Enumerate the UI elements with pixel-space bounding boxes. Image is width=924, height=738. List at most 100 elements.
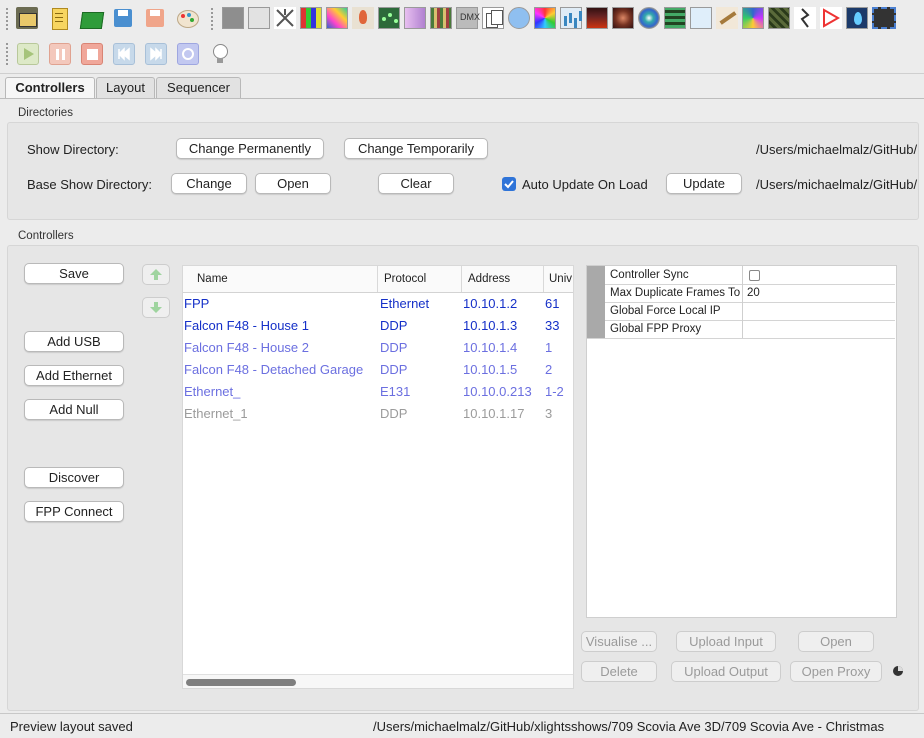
cell-address: 10.10.1.3 — [463, 318, 518, 333]
open-sequence-icon[interactable] — [79, 7, 105, 29]
tab-layout[interactable]: Layout — [96, 77, 155, 98]
table-row[interactable]: Ethernet_ E131 10.10.0.213 1-2 — [183, 381, 573, 403]
horizontal-scrollbar[interactable] — [183, 674, 573, 688]
folder-open-icon[interactable] — [16, 7, 38, 29]
column-header-name[interactable]: Name — [183, 266, 378, 292]
open-controller-button[interactable]: Open — [798, 631, 874, 652]
open-button[interactable]: Open — [255, 173, 331, 194]
upload-input-button[interactable]: Upload Input — [676, 631, 776, 652]
off-effect-icon[interactable] — [222, 7, 244, 29]
fill-effect-icon[interactable] — [560, 7, 582, 29]
fast-forward-icon[interactable] — [145, 43, 167, 65]
on-effect-icon[interactable] — [248, 7, 270, 29]
save-button[interactable]: Save — [24, 263, 124, 284]
controllers-list[interactable]: Name Protocol Address Univ FPP Ethernet 10… — [182, 265, 574, 689]
auto-update-checkbox[interactable] — [502, 177, 516, 191]
update-button[interactable]: Update — [666, 173, 742, 194]
column-header-protocol[interactable]: Protocol — [378, 266, 462, 292]
table-row[interactable]: Falcon F48 - Detached Garage DDP 10.10.1.5… — [183, 359, 573, 381]
life-effect-icon[interactable] — [768, 7, 790, 29]
change-temporarily-button[interactable]: Change Temporarily — [344, 138, 488, 159]
property-row[interactable]: Controller Sync — [587, 266, 895, 285]
property-value[interactable] — [742, 266, 895, 284]
property-row[interactable]: Global Force Local IP — [587, 302, 895, 321]
delete-button[interactable]: Delete — [581, 661, 657, 682]
controller-sync-checkbox[interactable] — [749, 270, 760, 281]
toolbar-grip[interactable] — [211, 8, 217, 30]
circles-effect-icon[interactable] — [378, 7, 400, 29]
property-name: Global FPP Proxy — [610, 323, 702, 335]
adjust-effect-icon[interactable] — [274, 7, 296, 29]
save-as-icon[interactable] — [144, 7, 166, 29]
change-permanently-button[interactable]: Change Permanently — [176, 138, 324, 159]
property-row[interactable]: Global FPP Proxy — [587, 320, 895, 339]
add-ethernet-button[interactable]: Add Ethernet — [24, 365, 124, 386]
table-row[interactable]: FPP Ethernet 10.10.1.2 61 — [183, 293, 573, 315]
toolbar-grip[interactable] — [6, 43, 12, 65]
directories-group-label: Directories — [18, 107, 73, 119]
fire-effect-icon[interactable] — [586, 7, 608, 29]
guitar-effect-icon[interactable] — [716, 7, 738, 29]
change-button[interactable]: Change — [171, 173, 247, 194]
tab-controllers[interactable]: Controllers — [5, 77, 95, 99]
toolbar-grip[interactable] — [6, 8, 12, 30]
main-toolbar: DMX — [0, 0, 924, 38]
cell-universe: 3 — [545, 406, 553, 421]
scrollbar-thumb[interactable] — [186, 679, 296, 686]
replay-icon[interactable] — [177, 43, 199, 65]
status-file-path: /Users/michaelmalz/GitHub/xlightsshows/7… — [373, 719, 885, 734]
kaleidoscope-effect-icon[interactable] — [742, 7, 764, 29]
curtain-effect-icon[interactable] — [430, 7, 452, 29]
table-row[interactable]: Falcon F48 - House 1 DDP 10.10.1.3 33 — [183, 315, 573, 337]
table-row[interactable]: Falcon F48 - House 2 DDP 10.10.1.4 1 — [183, 337, 573, 359]
tab-sequencer[interactable]: Sequencer — [156, 77, 241, 98]
cell-address: 10.10.1.4 — [463, 340, 518, 355]
duplicate-effect-icon[interactable] — [482, 7, 504, 29]
discover-button[interactable]: Discover — [24, 467, 124, 488]
property-value[interactable] — [742, 320, 895, 338]
cell-protocol: DDP — [380, 340, 408, 355]
palette-icon[interactable] — [176, 7, 199, 29]
pause-icon[interactable] — [49, 43, 71, 65]
property-value[interactable]: 20 — [742, 284, 895, 302]
new-sequence-icon[interactable] — [48, 7, 70, 30]
add-null-button[interactable]: Add Null — [24, 399, 124, 420]
color-wash-effect-icon[interactable] — [404, 7, 426, 29]
garlands-effect-icon[interactable] — [664, 7, 686, 29]
lightbulb-icon[interactable] — [209, 43, 231, 65]
visualise-button[interactable]: Visualise ... — [581, 631, 657, 652]
cell-universe: 2 — [545, 362, 553, 377]
play-icon[interactable] — [17, 43, 39, 65]
controller-properties-grid[interactable]: Controller Sync Max Duplicate Frames To 20… — [586, 265, 897, 618]
candle-effect-icon[interactable] — [352, 7, 374, 29]
cell-address: 10.10.1.17 — [463, 406, 525, 421]
fan-effect-icon[interactable] — [534, 7, 556, 29]
rewind-icon[interactable] — [113, 43, 135, 65]
upload-output-button[interactable]: Upload Output — [671, 661, 781, 682]
glediator-effect-icon[interactable] — [690, 7, 712, 29]
column-header-address[interactable]: Address — [462, 266, 544, 292]
move-up-button[interactable] — [142, 264, 170, 285]
property-value[interactable] — [742, 302, 895, 320]
dmx-effect-icon[interactable]: DMX — [456, 7, 480, 29]
table-row[interactable]: Ethernet_1 DDP 10.10.1.17 3 — [183, 403, 573, 425]
bars-effect-icon[interactable] — [300, 7, 322, 29]
galaxy-effect-icon[interactable] — [638, 7, 660, 29]
save-icon[interactable] — [112, 7, 134, 29]
column-header-universe[interactable]: Univ — [544, 266, 573, 292]
stop-icon[interactable] — [81, 43, 103, 65]
face-effect-icon[interactable] — [508, 7, 530, 29]
lines-effect-icon[interactable] — [820, 7, 842, 29]
property-name: Max Duplicate Frames To — [610, 287, 741, 299]
add-usb-button[interactable]: Add USB — [24, 331, 124, 352]
fpp-connect-button[interactable]: FPP Connect — [24, 501, 124, 522]
fireworks-effect-icon[interactable] — [612, 7, 634, 29]
butterfly-effect-icon[interactable] — [326, 7, 348, 29]
move-down-button[interactable] — [142, 297, 170, 318]
lightning-effect-icon[interactable] — [794, 7, 816, 29]
open-proxy-button[interactable]: Open Proxy — [790, 661, 882, 682]
property-row[interactable]: Max Duplicate Frames To 20 — [587, 284, 895, 303]
marquee-effect-icon[interactable] — [872, 7, 896, 29]
liquid-effect-icon[interactable] — [846, 7, 868, 29]
clear-button[interactable]: Clear — [378, 173, 454, 194]
